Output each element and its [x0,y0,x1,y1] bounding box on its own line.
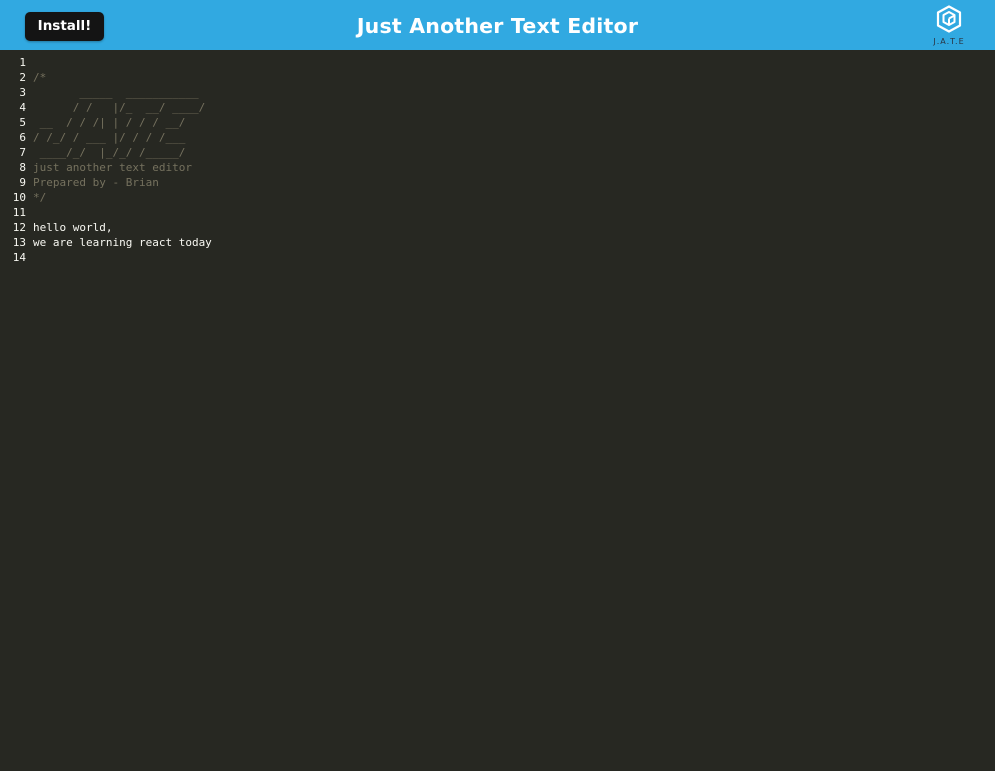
cube-logo-icon [936,5,962,33]
line-number: 13 [12,236,26,249]
editor-line[interactable]: 11 [0,205,995,220]
brand-label: J.A.T.E [933,37,965,46]
line-content: hello world, [33,221,113,234]
line-content: /* [33,71,47,84]
line-number: 4 [19,101,26,114]
line-number: 14 [12,251,26,264]
line-content: / / |/_ __/ ____/ [33,101,206,114]
editor-line[interactable]: 5 __ / / /| | / / / __/ [0,115,995,130]
line-number: 8 [19,161,26,174]
editor-line[interactable]: 13 we are learning react today [0,235,995,250]
editor-line[interactable]: 8 just another text editor [0,160,995,175]
editor-line[interactable]: 9 Prepared by - Brian [0,175,995,190]
editor-line[interactable]: 14 [0,250,995,265]
line-number: 2 [19,71,26,84]
line-number: 6 [19,131,26,144]
line-content: */ [33,191,47,204]
line-number: 10 [12,191,26,204]
line-content: ____/_/ |_/_/ /_____/ [33,146,186,159]
editor-line[interactable]: 10 */ [0,190,995,205]
editor-line[interactable]: 4 / / |/_ __/ ____/ [0,100,995,115]
code-editor[interactable]: 1 2/* 3 _____ ___________ 4 / / |/_ __/ ___… [0,50,995,771]
brand-logo: J.A.T.E [925,4,973,48]
line-content: we are learning react today [33,236,212,249]
line-number: 1 [19,56,26,69]
editor-line[interactable]: 7 ____/_/ |_/_/ /_____/ [0,145,995,160]
editor-line[interactable]: 12 hello world, [0,220,995,235]
line-number: 12 [12,221,26,234]
line-number: 7 [19,146,26,159]
line-content: __ / / /| | / / / __/ [33,116,186,129]
navbar: Just Another Text Editor Install! J.A.T.… [0,0,995,50]
line-content: / /_/ / ___ |/ / / /___ [33,131,186,144]
install-button[interactable]: Install! [25,12,104,41]
line-content: just another text editor [33,161,192,174]
line-number: 9 [19,176,26,189]
line-number: 11 [12,206,26,219]
line-content: Prepared by - Brian [33,176,159,189]
editor-line[interactable]: 6 / /_/ / ___ |/ / / /___ [0,130,995,145]
page-title: Just Another Text Editor [356,14,639,38]
line-content: _____ ___________ [33,86,199,99]
editor-line[interactable]: 1 [0,55,995,70]
editor-lines: 1 2/* 3 _____ ___________ 4 / / |/_ __/ ___… [0,55,995,265]
editor-line[interactable]: 2 /* [0,70,995,85]
line-number: 3 [19,86,26,99]
line-number: 5 [19,116,26,129]
editor-line[interactable]: 3 _____ ___________ [0,85,995,100]
